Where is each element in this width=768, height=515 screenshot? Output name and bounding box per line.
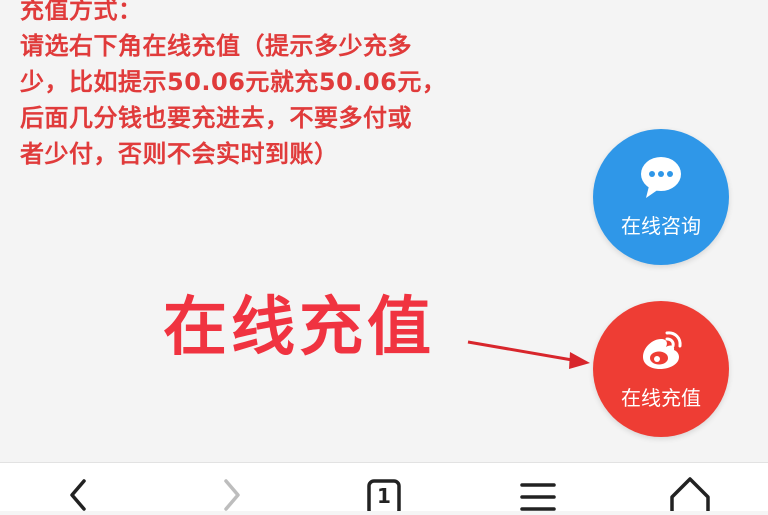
online-consult-button[interactable]: 在线咨询	[593, 129, 729, 265]
menu-button[interactable]	[514, 473, 562, 511]
recharge-instructions: 充值方式： 请选右下角在线充值（提示多少充多 少，比如提示50.06元就充50.…	[20, 0, 580, 172]
chat-bubble-icon	[641, 157, 681, 198]
instruction-line: 后面几分钱也要充进去，不要多付或	[20, 104, 412, 132]
back-button[interactable]	[54, 473, 102, 511]
instruction-line: 少，比如提示50.06元就充50.06元，	[20, 68, 447, 96]
home-icon	[670, 477, 710, 515]
consult-label: 在线咨询	[621, 214, 701, 238]
instruction-line: 充值方式：	[20, 0, 143, 24]
annotation-arrow-icon	[467, 340, 590, 369]
page-content: 充值方式： 请选右下角在线充值（提示多少充多 少，比如提示50.06元就充50.…	[0, 0, 768, 462]
annotation-label: 在线充值	[163, 291, 435, 365]
weibo-icon	[643, 331, 682, 369]
menu-icon	[520, 483, 556, 511]
online-recharge-button[interactable]: 在线充值	[593, 301, 729, 437]
tabs-button[interactable]: 1	[360, 473, 408, 511]
tab-count: 1	[377, 484, 391, 508]
instruction-line: 者少付，否则不会实时到账）	[20, 140, 339, 168]
recharge-label: 在线充值	[621, 386, 701, 410]
instruction-line: 请选右下角在线充值（提示多少充多	[20, 32, 412, 60]
forward-button[interactable]	[208, 473, 256, 511]
browser-bottom-toolbar: 1	[0, 462, 768, 515]
forward-icon	[224, 479, 240, 511]
back-icon	[70, 479, 86, 511]
home-button[interactable]	[666, 473, 714, 515]
